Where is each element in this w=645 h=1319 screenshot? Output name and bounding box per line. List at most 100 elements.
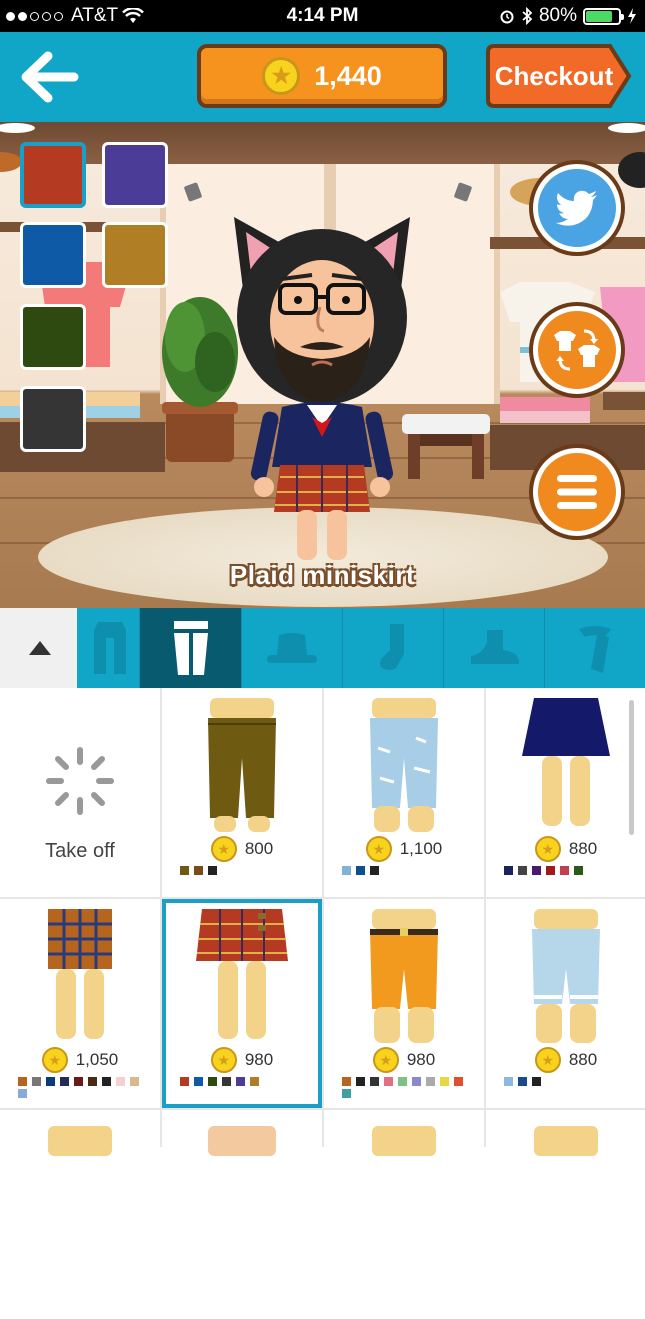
coin-icon: ★ <box>372 1047 399 1073</box>
price: 880 <box>568 1050 598 1069</box>
header-bar: ★ 1,440 Checkout <box>0 32 645 122</box>
color-option-dot <box>342 866 351 875</box>
color-options <box>342 1077 472 1098</box>
twitter-share-button[interactable] <box>533 164 621 252</box>
color-options <box>18 1077 148 1098</box>
checkout-button[interactable]: Checkout <box>486 44 632 108</box>
color-swatch[interactable] <box>102 142 168 208</box>
price-tag: ★ 980 <box>324 1047 484 1073</box>
bluetooth-icon <box>522 7 533 25</box>
color-option-dot <box>398 1077 407 1086</box>
color-option-dot <box>88 1077 97 1086</box>
alarm-icon <box>500 10 514 24</box>
color-option-dot <box>342 1089 351 1098</box>
plaid-miniskirt-icon <box>196 909 288 1039</box>
color-option-dot <box>32 1077 41 1086</box>
menu-icon <box>557 475 597 509</box>
color-option-dot <box>46 1077 55 1086</box>
battery-icon <box>583 7 624 25</box>
take-off-cell[interactable]: Take off <box>0 688 160 897</box>
color-swatch[interactable] <box>20 304 86 370</box>
color-option-dot <box>130 1077 139 1086</box>
color-swatch[interactable] <box>20 142 86 208</box>
item-cell-selected[interactable]: ★ 980 <box>162 899 322 1108</box>
swap-outfit-button[interactable] <box>533 306 621 394</box>
twitter-icon <box>556 190 597 226</box>
color-option-dot <box>370 1077 379 1086</box>
item-cell[interactable]: ★ 980 <box>324 899 484 1108</box>
color-option-dot <box>60 1077 69 1086</box>
color-option-dot <box>384 1077 393 1086</box>
grid-scrollbar[interactable] <box>629 700 634 835</box>
tab-shoes[interactable] <box>444 608 545 688</box>
swap-outfit-icon <box>554 329 600 371</box>
shoe-icon <box>471 630 519 664</box>
scarf-icon <box>579 626 611 673</box>
price: 1,100 <box>399 839 443 858</box>
color-option-dot <box>18 1077 27 1086</box>
chevron-up-icon <box>28 641 51 655</box>
price: 880 <box>568 839 598 858</box>
coin-icon: ★ <box>210 836 237 862</box>
loading-spinner-icon <box>46 747 114 815</box>
color-option-dot <box>356 1077 365 1086</box>
color-swatch[interactable] <box>102 222 168 288</box>
price: 980 <box>406 1050 436 1069</box>
tab-hats[interactable] <box>242 608 343 688</box>
light-jeans-icon <box>532 909 600 1043</box>
ripped-jeans-icon <box>370 698 438 832</box>
item-cell[interactable]: ★ 880 <box>486 688 645 897</box>
left-arrow-icon <box>21 51 79 103</box>
item-cell[interactable] <box>162 1110 322 1319</box>
color-option-dot <box>574 866 583 875</box>
price-tag: ★ 1,050 <box>0 1047 160 1073</box>
color-option-dot <box>546 866 555 875</box>
back-button[interactable] <box>18 50 80 104</box>
color-option-dot <box>116 1077 125 1086</box>
item-cell[interactable] <box>0 1110 160 1319</box>
coin-icon: ★ <box>534 1047 561 1073</box>
color-option-dot <box>440 1077 449 1086</box>
item-cell[interactable]: ★ 1,050 <box>0 899 160 1108</box>
pants-icon <box>173 621 208 675</box>
coin-icon: ★ <box>41 1047 68 1073</box>
item-cell[interactable]: ★ 880 <box>486 899 645 1108</box>
color-swatch[interactable] <box>20 386 86 452</box>
coin-balance[interactable]: ★ 1,440 <box>197 44 447 108</box>
price-tag: ★ 980 <box>166 1047 318 1073</box>
color-option-dot <box>208 1077 217 1086</box>
color-option-dot <box>250 1077 259 1086</box>
color-swatch[interactable] <box>20 222 86 288</box>
selected-item-name: Plaid miniskirt <box>229 560 416 590</box>
color-options <box>342 866 379 875</box>
color-option-dot <box>342 1077 351 1086</box>
olive-pants-icon <box>208 698 276 832</box>
item-cell[interactable] <box>324 1110 484 1319</box>
tab-bottoms[interactable] <box>140 608 242 688</box>
collapse-tab[interactable] <box>0 608 80 688</box>
orange-pants-icon <box>370 909 438 1043</box>
price-tag: ★ 880 <box>486 836 645 862</box>
item-cell[interactable]: ★ 800 <box>162 688 322 897</box>
price: 980 <box>244 1050 274 1069</box>
tops-icon <box>93 622 126 674</box>
tab-tops[interactable] <box>80 608 140 688</box>
tab-socks[interactable] <box>343 608 444 688</box>
color-option-dot <box>504 1077 513 1086</box>
charging-icon <box>628 8 636 24</box>
coin-icon: ★ <box>534 836 561 862</box>
color-option-dot <box>208 866 217 875</box>
item-cell[interactable] <box>486 1110 645 1319</box>
item-cell[interactable]: ★ 1,100 <box>324 688 484 897</box>
color-options <box>504 1077 541 1086</box>
tab-accessories[interactable] <box>545 608 645 688</box>
color-options <box>180 866 217 875</box>
color-option-dot <box>74 1077 83 1086</box>
color-option-dot <box>236 1077 245 1086</box>
color-option-dot <box>356 866 365 875</box>
menu-button[interactable] <box>533 448 621 536</box>
price: 800 <box>244 839 274 858</box>
color-option-dot <box>518 866 527 875</box>
color-option-dot <box>222 1077 231 1086</box>
color-option-dot <box>180 1077 189 1086</box>
